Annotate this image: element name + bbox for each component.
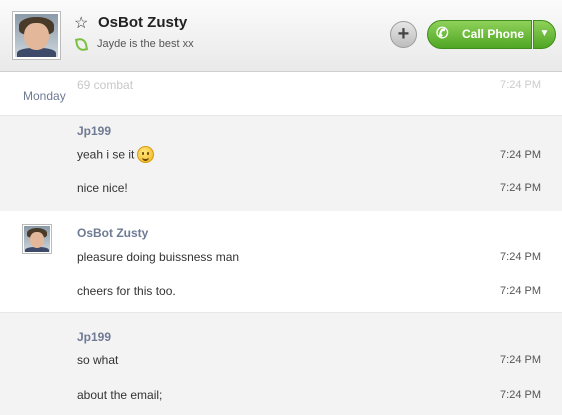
call-options-dropdown[interactable]: ▼ (533, 20, 556, 49)
favorite-star-icon[interactable]: ☆ (74, 13, 88, 33)
avatar-photo (15, 14, 58, 57)
call-phone-label: Call Phone (462, 27, 525, 41)
day-separator: 69 combat 7:24 PM Monday (0, 73, 562, 115)
message-group: Jp199 yeah i se it 7:24 PM nice nice! 7:… (0, 115, 562, 211)
chevron-down-icon: ▼ (539, 28, 550, 39)
chat-header: ☆ OsBot Zusty Jayde is the best xx + ✆ C… (0, 0, 562, 72)
avatar-photo (24, 226, 50, 252)
call-phone-button[interactable]: ✆ Call Phone (427, 20, 532, 49)
faded-message-text: 69 combat (77, 78, 134, 92)
message-text[interactable]: nice nice! (77, 181, 128, 195)
sender-name[interactable]: OsBot Zusty (77, 226, 148, 240)
smiley-icon (137, 146, 155, 163)
mood-message: Jayde is the best xx (97, 38, 194, 50)
message-time: 7:24 PM (500, 285, 541, 297)
plus-icon: + (397, 23, 410, 45)
message-text[interactable]: cheers for this too. (77, 284, 176, 298)
message-time: 7:24 PM (500, 182, 541, 194)
add-button[interactable]: + (390, 21, 417, 48)
message-body: yeah i se it (77, 147, 135, 162)
message-text[interactable]: pleasure doing buissness man (77, 250, 239, 264)
message-group: Jp199 so what 7:24 PM about the email; 7… (0, 312, 562, 415)
mood-leaf-icon (74, 37, 89, 52)
message-time: 7:24 PM (500, 149, 541, 161)
message-group: OsBot Zusty pleasure doing buissness man… (0, 211, 562, 312)
sender-avatar[interactable] (22, 224, 52, 254)
day-label: Monday (23, 89, 66, 103)
message-time: 7:24 PM (500, 354, 541, 366)
contact-avatar[interactable] (12, 11, 61, 60)
message-time: 7:24 PM (500, 251, 541, 263)
sender-name[interactable]: Jp199 (77, 330, 111, 344)
message-text[interactable]: yeah i se it (77, 146, 155, 164)
contact-name: OsBot Zusty (98, 14, 188, 31)
message-text[interactable]: about the email; (77, 388, 162, 402)
sender-name[interactable]: Jp199 (77, 124, 111, 138)
message-time: 7:24 PM (500, 389, 541, 401)
phone-icon: ✆ (436, 25, 449, 42)
faded-message-time: 7:24 PM (500, 79, 541, 91)
message-text[interactable]: so what (77, 353, 118, 367)
